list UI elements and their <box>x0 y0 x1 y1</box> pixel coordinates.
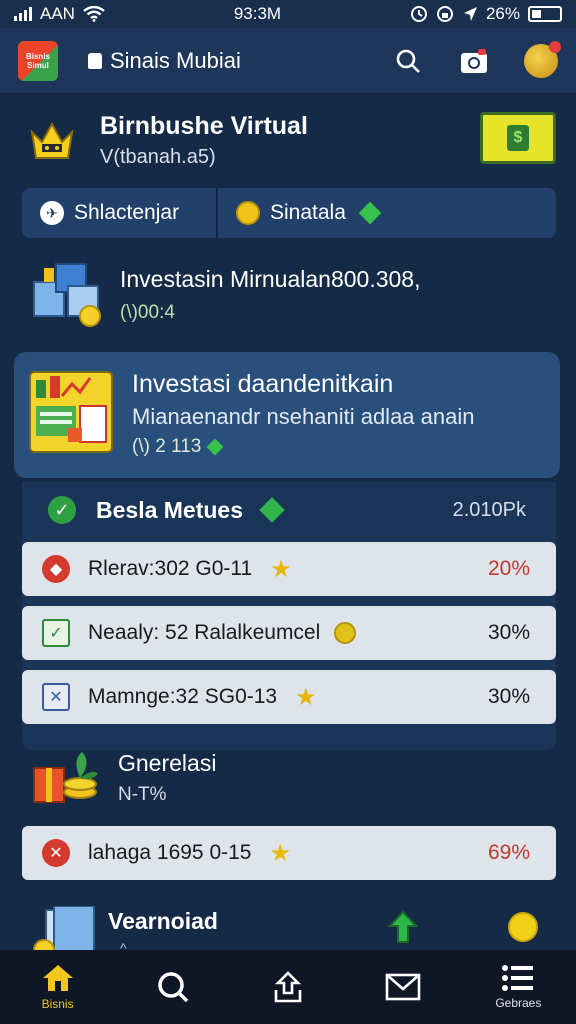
metrics-header: ✓ Besla Metues 2.010Pk <box>22 490 556 530</box>
coin-icon[interactable] <box>508 912 538 942</box>
battery-label: 26% <box>485 4 520 23</box>
investasi-card-value: (\) 2 113 <box>132 436 202 457</box>
upload-arrow-icon[interactable] <box>388 910 418 944</box>
metric-row[interactable]: ✓ Neaaly: 52 Ralalkeumcel 30% <box>22 606 556 660</box>
download-section[interactable]: Vearnoiad ^ <box>22 904 556 950</box>
profile-header: Birnbushe Virtual V(tbanah.a5) $ <box>22 110 558 180</box>
avatar[interactable] <box>524 40 561 78</box>
investasi-card-description: Mianaenandr nsehaniti adlaa anain <box>132 404 475 429</box>
document-stack-icon <box>33 906 95 950</box>
home-icon <box>42 965 73 991</box>
plane-icon: ✈ <box>40 201 64 225</box>
app-title: Sinais Mubiai <box>88 48 241 74</box>
generasi-subtitle: N-T% <box>118 784 167 805</box>
money-icon: $ <box>507 125 529 151</box>
investasi-card[interactable]: Investasi daandenitkain Mianaenandr nseh… <box>14 352 560 478</box>
close-box-icon: ✕ <box>42 683 70 711</box>
check-circle-icon: ✓ <box>48 496 76 524</box>
metric-percent: 30% <box>487 621 530 644</box>
wifi-icon <box>83 6 105 22</box>
generasi-row-percent: 69% <box>487 841 530 864</box>
investasi-card-value-row: (\) 2 113 <box>132 436 224 458</box>
tab-menu-label: Gebraes <box>495 996 542 1010</box>
carrier-label: AAN <box>40 4 75 23</box>
search-button[interactable] <box>392 45 424 77</box>
error-circle-icon: ✕ <box>42 839 70 867</box>
dashboard-chart-icon <box>29 371 113 453</box>
wallet-button[interactable]: $ <box>480 112 556 164</box>
business-name: Birnbushe Virtual <box>100 112 308 140</box>
app-logo[interactable]: Bisnis Simul <box>18 40 58 81</box>
download-title: Vearnoiad <box>108 908 218 934</box>
investment-summary[interactable]: Investasin Mirnualan800.308, (\)00:4 <box>22 252 556 332</box>
star-icon: ★ <box>295 683 317 711</box>
location-icon <box>463 7 477 21</box>
lock-rotation-icon <box>436 6 453 22</box>
generasi-section[interactable]: Gnerelasi N-T% <box>22 740 556 820</box>
star-icon: ★ <box>270 555 292 583</box>
notifications-button[interactable] <box>458 45 490 77</box>
camera-icon <box>461 48 487 73</box>
investment-blocks-icon <box>33 263 101 327</box>
signal-icon <box>14 7 32 21</box>
metric-row[interactable]: ✕ Mamnge:32 SG0-13 ★ 30% <box>22 670 556 724</box>
battery-icon <box>528 6 562 22</box>
generasi-title: Gnerelasi <box>118 750 217 776</box>
metric-percent: 30% <box>487 685 530 708</box>
coin-icon <box>334 622 357 644</box>
status-bar: AAN 93:3M 26% <box>0 0 576 28</box>
metrics-total: 2.010Pk <box>452 498 526 521</box>
shopping-bag-icon <box>88 52 102 69</box>
metric-label: Mamnge:32 SG0-13 <box>88 685 278 708</box>
metric-label: Neaaly: 52 Ralalkeumcel <box>88 621 321 644</box>
star-icon: ★ <box>269 839 291 867</box>
segment-right-label: Sinatala <box>270 201 346 224</box>
bottom-tab-bar: Bisnis Gebraes <box>0 950 576 1024</box>
search-icon <box>158 972 189 1003</box>
segment-left-label: Shlactenjar <box>74 201 180 224</box>
tab-mail[interactable] <box>363 950 443 1024</box>
search-icon <box>396 49 420 73</box>
download-subtext: ^ <box>120 940 127 950</box>
metric-label: Rlerav:302 G0-11 <box>88 557 253 580</box>
gem-icon <box>259 497 285 523</box>
app-bar: Bisnis Simul Sinais Mubiai <box>0 28 576 94</box>
error-diamond-icon: ◆ <box>42 555 70 583</box>
segment-control: ✈ Shlactenjar Sinatala <box>22 188 556 238</box>
main-content: Birnbushe Virtual V(tbanah.a5) $ ✈ Shlac… <box>0 94 576 950</box>
investment-summary-title: Investasin Mirnualan800.308, <box>120 266 421 292</box>
tab-home[interactable]: Bisnis <box>18 950 98 1024</box>
generasi-row[interactable]: ✕ lahaga 1695 0-15 ★ 69% <box>22 826 556 880</box>
metrics-title: Besla Metues <box>96 496 244 523</box>
tab-search[interactable] <box>133 950 213 1024</box>
mail-icon <box>385 973 421 1001</box>
segment-left[interactable]: ✈ Shlactenjar <box>22 188 218 238</box>
gem-icon <box>206 438 224 456</box>
coin-icon <box>236 201 260 225</box>
crown-icon <box>30 121 74 159</box>
check-box-icon: ✓ <box>42 619 70 647</box>
app-title-text: Sinais Mubiai <box>110 47 241 73</box>
business-subtitle: V(tbanah.a5) <box>100 146 216 168</box>
gift-plant-icon <box>33 752 98 803</box>
menu-list-icon <box>502 965 534 991</box>
clock: 93:3M <box>233 4 282 23</box>
alarm-icon <box>410 6 427 22</box>
segment-right[interactable]: Sinatala <box>218 188 556 238</box>
metrics-panel: ✓ Besla Metues 2.010Pk ◆ Rlerav:302 G0-1… <box>22 482 556 750</box>
investasi-card-title: Investasi daandenitkain <box>132 370 394 398</box>
share-icon <box>274 971 302 1003</box>
notification-dot <box>549 40 561 53</box>
metric-row[interactable]: ◆ Rlerav:302 G0-11 ★ 20% <box>22 542 556 596</box>
tab-share[interactable] <box>248 950 328 1024</box>
gem-icon <box>358 201 382 225</box>
generasi-row-label: lahaga 1695 0-15 <box>88 841 252 864</box>
tab-menu[interactable]: Gebraes <box>478 950 558 1024</box>
tab-home-label: Bisnis <box>41 997 74 1011</box>
metric-percent: 20% <box>487 557 530 580</box>
investment-summary-value: (\)00:4 <box>120 302 175 323</box>
